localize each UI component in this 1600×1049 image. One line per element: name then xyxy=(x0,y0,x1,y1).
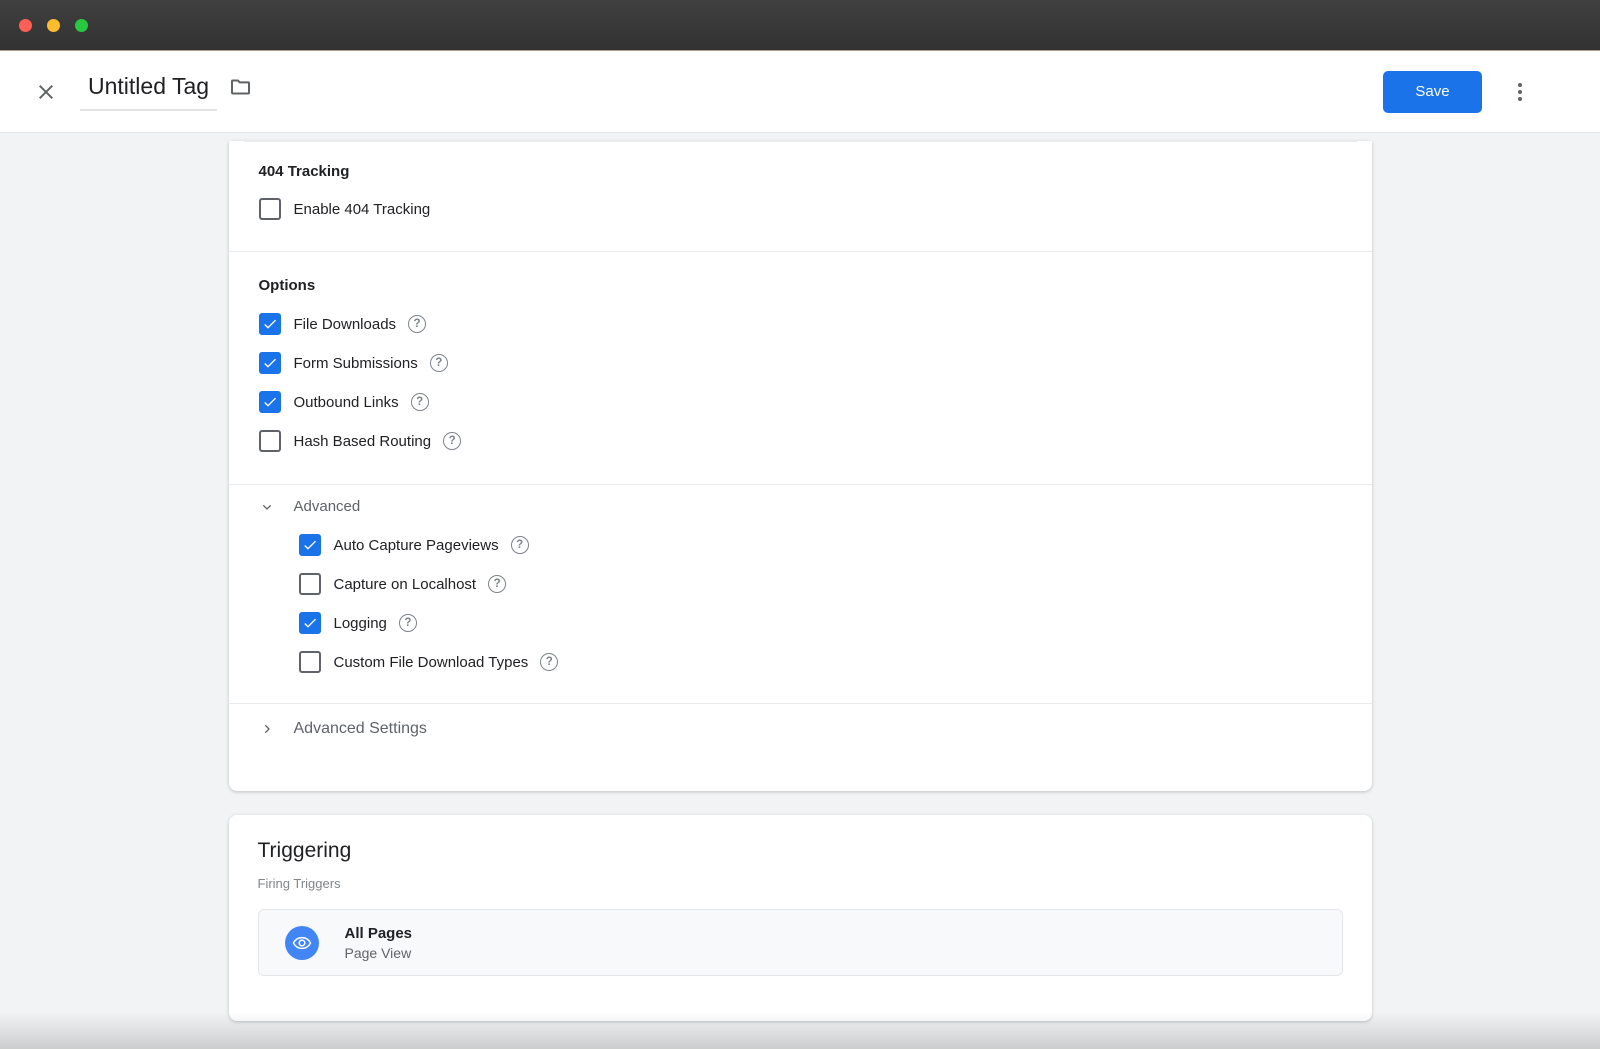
advanced-toggle[interactable]: Advanced xyxy=(259,498,1342,515)
tag-configuration-card: 404 Tracking Enable 404 Tracking Options… xyxy=(229,141,1372,791)
section-heading: 404 Tracking xyxy=(259,163,1342,180)
eye-icon xyxy=(285,926,319,960)
outbound-links-checkbox[interactable] xyxy=(259,391,281,413)
auto-capture-pageviews-checkbox[interactable] xyxy=(299,534,321,556)
help-icon[interactable]: ? xyxy=(408,315,426,333)
tag-name-field[interactable]: Untitled Tag xyxy=(80,73,217,111)
window-minimize-button[interactable] xyxy=(47,19,60,32)
checkbox-label: Auto Capture Pageviews xyxy=(334,537,499,554)
section-advanced-settings: Advanced Settings xyxy=(229,704,1372,738)
close-editor-button[interactable] xyxy=(34,80,58,104)
checkbox-row-enable-404: Enable 404 Tracking xyxy=(259,198,1342,220)
hash-based-routing-checkbox[interactable] xyxy=(259,430,281,452)
firing-triggers-label: Firing Triggers xyxy=(258,876,1343,891)
help-icon[interactable]: ? xyxy=(488,575,506,593)
capture-on-localhost-checkbox[interactable] xyxy=(299,573,321,595)
chevron-right-icon xyxy=(259,721,275,737)
advanced-settings-label: Advanced Settings xyxy=(294,720,427,738)
help-icon[interactable]: ? xyxy=(511,536,529,554)
help-icon[interactable]: ? xyxy=(540,653,558,671)
kebab-menu-icon[interactable] xyxy=(1512,77,1528,107)
help-icon[interactable]: ? xyxy=(430,354,448,372)
folder-button[interactable] xyxy=(227,75,254,102)
section-heading: Options xyxy=(259,277,1342,294)
triggering-heading: Triggering xyxy=(258,815,1343,863)
checkbox-label: Logging xyxy=(334,615,387,632)
checkbox-label: Form Submissions xyxy=(294,355,418,372)
checkbox-label: Hash Based Routing xyxy=(294,433,432,450)
close-icon xyxy=(34,80,58,104)
checkbox-label: Enable 404 Tracking xyxy=(294,201,431,218)
advanced-settings-toggle[interactable]: Advanced Settings xyxy=(259,720,1342,738)
checkbox-row-logging: Logging ? xyxy=(299,612,1342,634)
section-advanced: Advanced Auto Capture Pageviews ? Captur… xyxy=(229,485,1372,673)
help-icon[interactable]: ? xyxy=(411,393,429,411)
folder-icon xyxy=(227,75,254,102)
chevron-down-icon xyxy=(259,499,275,515)
checkbox-row-form-submissions: Form Submissions ? xyxy=(259,352,1342,374)
advanced-label: Advanced xyxy=(294,498,361,515)
tag-title: Untitled Tag xyxy=(88,73,209,99)
trigger-type: Page View xyxy=(345,945,413,961)
checkbox-label: File Downloads xyxy=(294,316,397,333)
trigger-name: All Pages xyxy=(345,925,413,942)
advanced-items: Auto Capture Pageviews ? Capture on Loca… xyxy=(299,534,1342,673)
checkbox-row-auto-capture-pageviews: Auto Capture Pageviews ? xyxy=(299,534,1342,556)
logging-checkbox[interactable] xyxy=(299,612,321,634)
triggering-card: Triggering Firing Triggers All Pages Pag… xyxy=(229,815,1372,1021)
checkbox-row-custom-file-download-types: Custom File Download Types ? xyxy=(299,651,1342,673)
help-icon[interactable]: ? xyxy=(443,432,461,450)
checkbox-label: Custom File Download Types xyxy=(334,654,529,671)
checkbox-label: Outbound Links xyxy=(294,394,399,411)
tag-editor-content: 404 Tracking Enable 404 Tracking Options… xyxy=(0,141,1600,1049)
form-submissions-checkbox[interactable] xyxy=(259,352,281,374)
enable-404-checkbox[interactable] xyxy=(259,198,281,220)
help-icon[interactable]: ? xyxy=(399,614,417,632)
window-close-button[interactable] xyxy=(19,19,32,32)
checkbox-row-file-downloads: File Downloads ? xyxy=(259,313,1342,335)
checkbox-row-hash-based-routing: Hash Based Routing ? xyxy=(259,430,1342,452)
checkbox-label: Capture on Localhost xyxy=(334,576,477,593)
trigger-row-all-pages[interactable]: All Pages Page View xyxy=(258,909,1343,976)
checkbox-row-outbound-links: Outbound Links ? xyxy=(259,391,1342,413)
custom-file-download-types-checkbox[interactable] xyxy=(299,651,321,673)
save-button[interactable]: Save xyxy=(1383,71,1482,113)
section-404-tracking: 404 Tracking Enable 404 Tracking xyxy=(229,142,1372,220)
window-zoom-button[interactable] xyxy=(75,19,88,32)
window-titlebar xyxy=(0,0,1600,51)
tag-editor-header: Untitled Tag Save xyxy=(0,51,1600,133)
checkbox-row-capture-on-localhost: Capture on Localhost ? xyxy=(299,573,1342,595)
section-options: Options File Downloads ? Form Submission… xyxy=(229,252,1372,452)
file-downloads-checkbox[interactable] xyxy=(259,313,281,335)
